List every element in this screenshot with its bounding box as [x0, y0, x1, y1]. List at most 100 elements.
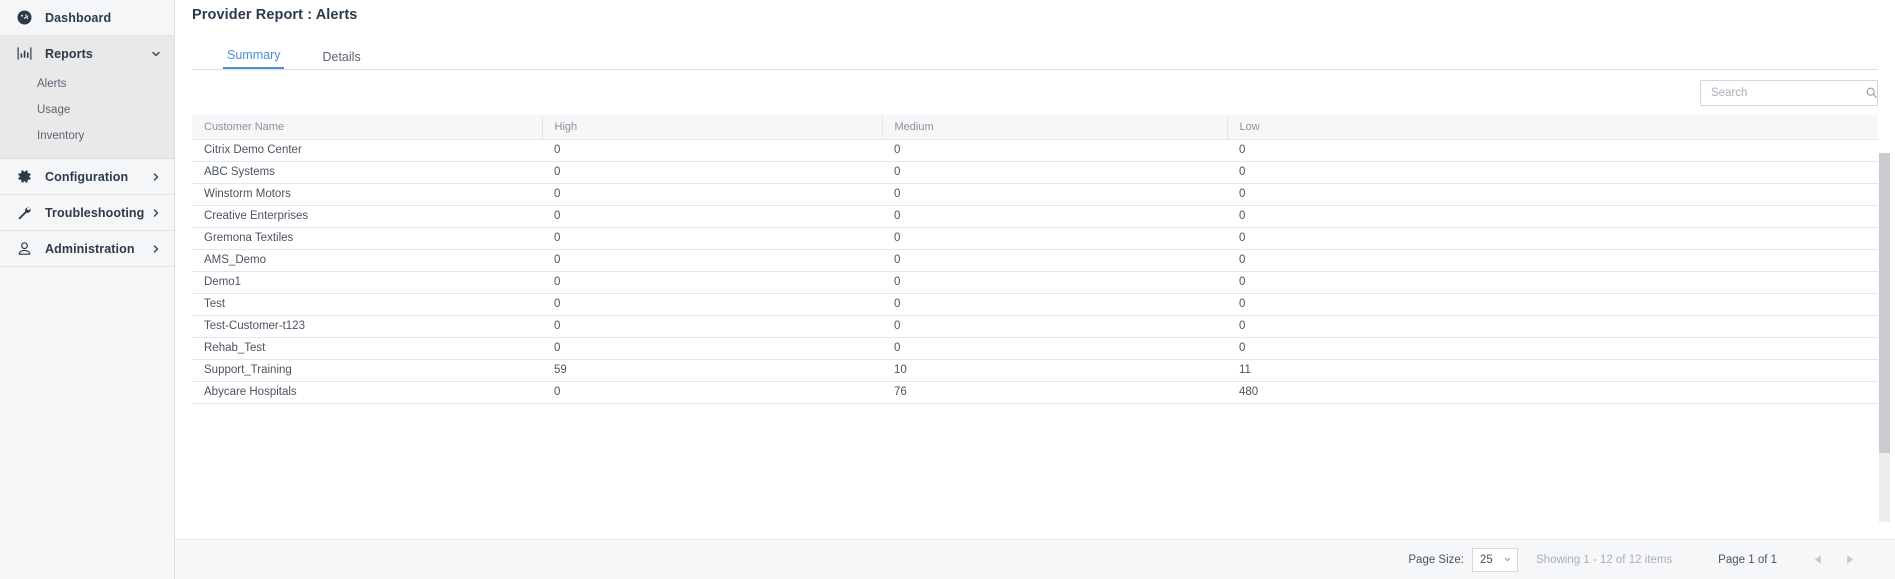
table-row[interactable]: Test-Customer-t123 0 0 0: [192, 315, 1878, 338]
tab-bar: Summary Details: [175, 29, 1895, 69]
pagination-arrows: [1813, 554, 1855, 565]
column-header-customer-name[interactable]: Customer Name: [192, 115, 543, 140]
cell-low: 0: [1227, 139, 1878, 162]
table-row[interactable]: Winstorm Motors 0 0 0: [192, 183, 1878, 206]
table-row[interactable]: AMS_Demo 0 0 0: [192, 249, 1878, 272]
scrollbar-thumb[interactable]: [1879, 153, 1890, 453]
sidebar: Dashboard Reports Alerts Usage Inventory…: [0, 0, 175, 579]
user-icon: [13, 238, 35, 260]
alerts-summary-table: Customer Name High Medium Low Citrix Dem…: [192, 115, 1878, 404]
cell-customer-name: Gremona Textiles: [192, 227, 542, 250]
cell-low: 0: [1227, 205, 1878, 228]
chevron-right-icon[interactable]: [150, 207, 162, 219]
tab-label: Details: [322, 50, 361, 64]
table-row[interactable]: Support_Training 59 10 11: [192, 359, 1878, 382]
search-input[interactable]: [1711, 86, 1865, 99]
sidebar-group-dashboard: Dashboard: [0, 0, 174, 36]
table-header: Customer Name High Medium Low: [192, 115, 1878, 140]
sidebar-group-administration: Administration: [0, 231, 174, 267]
vertical-scrollbar[interactable]: [1879, 153, 1890, 522]
gear-icon: [13, 166, 35, 188]
chevron-right-icon[interactable]: [150, 243, 162, 255]
sidebar-item-administration[interactable]: Administration: [0, 231, 174, 266]
cell-low: 0: [1227, 271, 1878, 294]
sidebar-item-dashboard[interactable]: Dashboard: [0, 0, 174, 35]
cell-customer-name: Creative Enterprises: [192, 205, 542, 228]
sidebar-subitem-label: Alerts: [37, 78, 67, 90]
cell-customer-name: Winstorm Motors: [192, 183, 542, 206]
sidebar-group-configuration: Configuration: [0, 159, 174, 195]
cell-high: 0: [542, 249, 882, 272]
cell-high: 0: [542, 315, 882, 338]
chevron-down-icon[interactable]: [150, 48, 162, 60]
cell-low: 11: [1227, 359, 1878, 382]
dashboard-gauge-icon: [13, 7, 35, 29]
table-row[interactable]: ABC Systems 0 0 0: [192, 161, 1878, 184]
cell-medium: 0: [882, 293, 1227, 316]
sidebar-subnav-reports: Alerts Usage Inventory: [0, 71, 174, 158]
sidebar-item-troubleshooting[interactable]: Troubleshooting: [0, 195, 174, 230]
tab-details[interactable]: Details: [318, 50, 364, 69]
sidebar-item-label: Reports: [45, 46, 93, 61]
sidebar-item-usage[interactable]: Usage: [0, 97, 174, 123]
page-indicator: Page 1 of 1: [1718, 553, 1777, 566]
cell-medium: 0: [882, 249, 1227, 272]
cell-low: 0: [1227, 161, 1878, 184]
page-size-select[interactable]: 25: [1472, 547, 1518, 572]
sidebar-item-configuration[interactable]: Configuration: [0, 159, 174, 194]
wrench-icon: [13, 202, 35, 224]
chevron-right-icon[interactable]: [150, 171, 162, 183]
cell-medium: 0: [882, 315, 1227, 338]
search-icon[interactable]: [1865, 86, 1878, 99]
cell-customer-name: Rehab_Test: [192, 337, 542, 360]
sidebar-group-reports: Reports Alerts Usage Inventory: [0, 36, 174, 159]
table-row[interactable]: Creative Enterprises 0 0 0: [192, 205, 1878, 228]
cell-high: 0: [542, 337, 882, 360]
table-row[interactable]: Rehab_Test 0 0 0: [192, 337, 1878, 360]
sidebar-group-troubleshooting: Troubleshooting: [0, 195, 174, 231]
sidebar-item-reports[interactable]: Reports: [0, 36, 174, 71]
cell-high: 59: [542, 359, 882, 382]
cell-high: 0: [542, 139, 882, 162]
cell-high: 0: [542, 381, 882, 404]
data-table-wrapper: Customer Name High Medium Low Citrix Dem…: [192, 115, 1878, 404]
cell-customer-name: Test-Customer-t123: [192, 315, 542, 338]
bar-chart-icon: [13, 43, 35, 65]
table-row[interactable]: Abycare Hospitals 0 76 480: [192, 381, 1878, 404]
table-row[interactable]: Test 0 0 0: [192, 293, 1878, 316]
cell-high: 0: [542, 271, 882, 294]
cell-high: 0: [542, 161, 882, 184]
cell-medium: 0: [882, 139, 1227, 162]
page-title: Provider Report : Alerts: [192, 7, 358, 23]
cell-high: 0: [542, 227, 882, 250]
triangle-right-icon[interactable]: [1844, 554, 1855, 565]
sidebar-item-alerts[interactable]: Alerts: [0, 71, 174, 97]
column-header-high[interactable]: High: [542, 115, 883, 140]
cell-medium: 76: [882, 381, 1227, 404]
search-box[interactable]: [1700, 79, 1878, 106]
table-row[interactable]: Demo1 0 0 0: [192, 271, 1878, 294]
cell-medium: 0: [882, 161, 1227, 184]
sidebar-item-inventory[interactable]: Inventory: [0, 123, 174, 149]
tab-summary[interactable]: Summary: [223, 48, 285, 69]
chevron-down-icon: [1503, 555, 1512, 564]
cell-medium: 0: [882, 337, 1227, 360]
cell-high: 0: [542, 183, 882, 206]
column-header-medium[interactable]: Medium: [882, 115, 1228, 140]
table-row[interactable]: Citrix Demo Center 0 0 0: [192, 139, 1878, 162]
cell-customer-name: Citrix Demo Center: [192, 139, 542, 162]
triangle-left-icon[interactable]: [1813, 554, 1824, 565]
cell-high: 0: [542, 293, 882, 316]
table-row[interactable]: Gremona Textiles 0 0 0: [192, 227, 1878, 250]
cell-low: 0: [1227, 183, 1878, 206]
sidebar-subitem-label: Inventory: [37, 130, 85, 142]
cell-high: 0: [542, 205, 882, 228]
sidebar-item-label: Troubleshooting: [45, 205, 145, 220]
cell-low: 0: [1227, 227, 1878, 250]
cell-customer-name: Demo1: [192, 271, 542, 294]
column-header-low[interactable]: Low: [1227, 115, 1878, 140]
cell-low: 0: [1227, 315, 1878, 338]
cell-customer-name: Support_Training: [192, 359, 542, 382]
cell-medium: 10: [882, 359, 1227, 382]
cell-customer-name: Test: [192, 293, 542, 316]
